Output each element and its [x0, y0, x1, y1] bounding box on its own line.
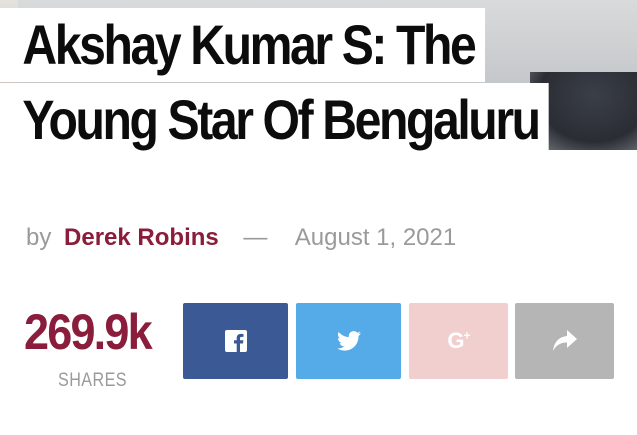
by-label: by	[26, 224, 52, 251]
article-title-line-1: Akshay Kumar S: The	[0, 8, 485, 82]
twitter-icon	[336, 331, 361, 351]
share-arrow-icon	[552, 330, 577, 351]
publish-date: August 1, 2021	[294, 224, 457, 251]
share-count-label: SHARES	[58, 370, 127, 391]
byline-separator: —	[243, 224, 268, 251]
google-plus-icon: G+	[447, 328, 470, 353]
google-plus-share-button[interactable]: G+	[409, 303, 508, 379]
facebook-icon	[224, 330, 247, 352]
share-button[interactable]	[515, 303, 614, 379]
article-title-line-2: Young Star Of Bengaluru	[0, 83, 549, 157]
share-count: 269.9k	[24, 304, 153, 360]
author-link[interactable]: Derek Robins	[64, 224, 219, 251]
twitter-share-button[interactable]	[296, 303, 401, 379]
byline: by Derek Robins — August 1, 2021	[26, 224, 456, 252]
facebook-share-button[interactable]	[183, 303, 288, 379]
